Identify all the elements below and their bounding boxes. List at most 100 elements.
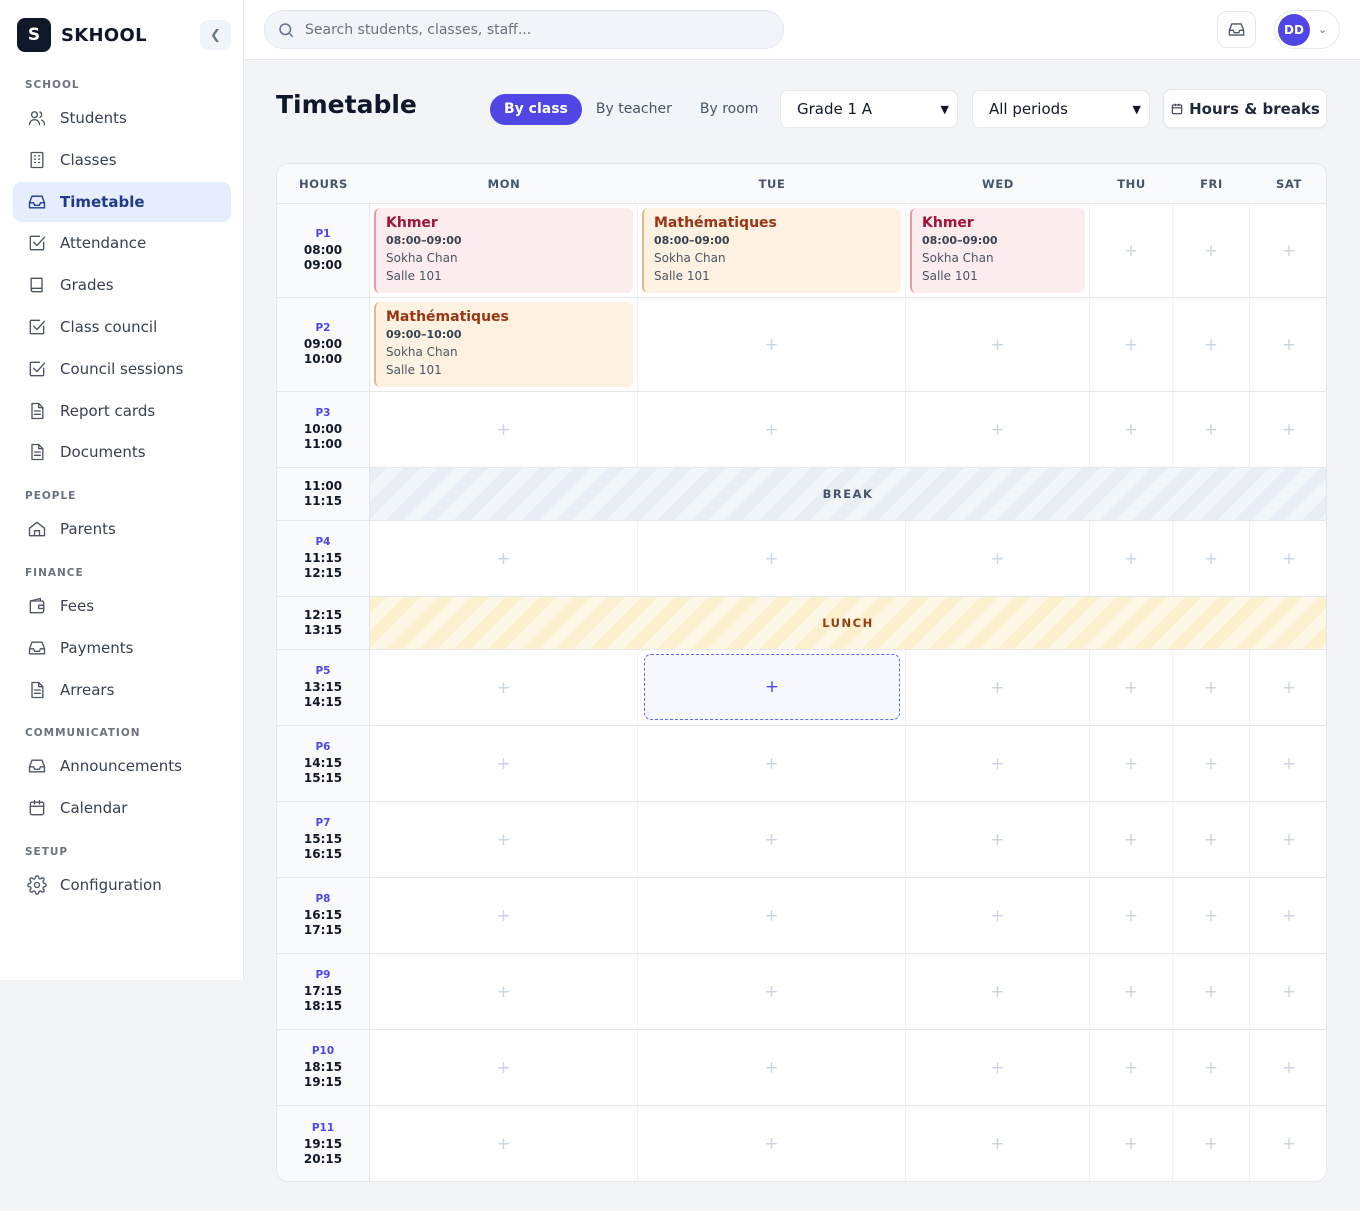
slot-cell-thu[interactable]: + [1090,878,1173,953]
slot-cell-fri[interactable]: + [1173,204,1250,297]
lesson-card[interactable]: Mathématiques 08:00–09:00 Sokha Chan Salle … [642,208,901,293]
slot-cell-tue[interactable]: + [638,802,906,877]
slot-cell-mon[interactable]: + [370,1030,638,1105]
slot-cell-thu[interactable]: + [1090,802,1173,877]
period-end-time: 11:00 [303,437,343,451]
slot-cell-mon[interactable]: + [370,726,638,801]
slot-cell-tue[interactable]: + [638,954,906,1029]
slot-cell-thu[interactable]: + [1090,1106,1173,1181]
slot-cell-wed[interactable]: + [906,1030,1090,1105]
slot-cell-sat[interactable]: + [1250,954,1326,1029]
slot-cell-sat[interactable]: + [1250,521,1326,596]
slot-cell-mon[interactable]: + [370,878,638,953]
sidebar-item-fees[interactable]: Fees [13,586,231,626]
brand[interactable]: S SKHOOL [17,18,147,52]
period-select[interactable]: All periods ▼ [972,90,1150,128]
lesson-card[interactable]: Khmer 08:00–09:00 Sokha Chan Salle 101 [374,208,633,293]
tab-by-teacher[interactable]: By teacher [582,94,686,125]
sidebar-item-calendar[interactable]: Calendar [13,788,231,828]
slot-cell-wed[interactable]: + [906,392,1090,467]
calendar-icon [26,797,48,819]
period-start-time: 18:15 [303,1060,343,1074]
slot-cell-thu[interactable]: + [1090,954,1173,1029]
slot-cell-tue[interactable]: + [638,521,906,596]
lesson-card[interactable]: Khmer 08:00–09:00 Sokha Chan Salle 101 [910,208,1085,293]
slot-cell-sat[interactable]: + [1250,1106,1326,1181]
lesson-card[interactable]: Mathématiques 09:00–10:00 Sokha Chan Salle … [374,302,633,387]
sidebar-item-council-sessions[interactable]: Council sessions [13,349,231,389]
tab-by-room[interactable]: By room [686,94,773,125]
add-lesson-slot-highlighted[interactable]: + [644,654,900,720]
slot-cell-sat[interactable]: + [1250,878,1326,953]
slot-cell-sat[interactable]: + [1250,204,1326,297]
slot-cell-wed[interactable]: + [906,298,1090,391]
sidebar-item-announcements[interactable]: Announcements [13,746,231,786]
sidebar-item-grades[interactable]: Grades [13,265,231,305]
sidebar-item-timetable[interactable]: Timetable [13,181,231,222]
slot-cell-tue[interactable]: + [638,726,906,801]
slot-cell-wed[interactable]: + [906,1106,1090,1181]
slot-cell-thu[interactable]: + [1090,392,1173,467]
slot-cell-tue[interactable]: + [638,878,906,953]
slot-cell-fri[interactable]: + [1173,1030,1250,1105]
slot-cell-wed[interactable]: + [906,954,1090,1029]
slot-cell-fri[interactable]: + [1173,298,1250,391]
slot-cell-mon[interactable]: + [370,521,638,596]
slot-cell-thu[interactable]: + [1090,521,1173,596]
slot-cell-fri[interactable]: + [1173,954,1250,1029]
slot-cell-thu[interactable]: + [1090,1030,1173,1105]
slot-cell-tue[interactable]: + [638,298,906,391]
user-menu[interactable]: DD ⌄ [1274,10,1340,49]
slot-cell-thu[interactable]: + [1090,204,1173,297]
slot-cell-thu[interactable]: + [1090,298,1173,391]
slot-cell-fri[interactable]: + [1173,650,1250,725]
period-end-time: 10:00 [303,352,343,366]
slot-cell-sat[interactable]: + [1250,392,1326,467]
slot-cell-sat[interactable]: + [1250,726,1326,801]
period-start-time: 11:00 [303,479,343,493]
slot-cell-sat[interactable]: + [1250,298,1326,391]
slot-cell-thu[interactable]: + [1090,726,1173,801]
slot-cell-fri[interactable]: + [1173,392,1250,467]
sidebar-item-documents[interactable]: Documents [13,432,231,472]
slot-cell-sat[interactable]: + [1250,802,1326,877]
inbox-button[interactable] [1217,11,1256,48]
sidebar-item-class-council[interactable]: Class council [13,307,231,347]
slot-cell-mon[interactable]: + [370,1106,638,1181]
slot-cell-mon[interactable]: + [370,392,638,467]
slot-cell-wed[interactable]: + [906,726,1090,801]
slot-cell-sat[interactable]: + [1250,1030,1326,1105]
sidebar-item-report-cards[interactable]: Report cards [13,391,231,431]
slot-cell-wed[interactable]: + [906,802,1090,877]
search-input[interactable] [305,21,765,38]
search-bar[interactable] [264,10,784,49]
slot-cell-thu[interactable]: + [1090,650,1173,725]
slot-cell-fri[interactable]: + [1173,1106,1250,1181]
class-select[interactable]: Grade 1 A ▼ [780,90,958,128]
slot-cell-mon[interactable]: + [370,954,638,1029]
sidebar-item-attendance[interactable]: Attendance [13,223,231,263]
sidebar-item-classes[interactable]: Classes [13,140,231,180]
hours-breaks-button[interactable]: Hours & breaks [1163,89,1327,128]
slot-cell-sat[interactable]: + [1250,650,1326,725]
sidebar-item-arrears[interactable]: Arrears [13,670,231,710]
collapse-sidebar-button[interactable]: ❮ [200,20,231,50]
slot-cell-fri[interactable]: + [1173,521,1250,596]
slot-cell-fri[interactable]: + [1173,878,1250,953]
slot-cell-wed[interactable]: + [906,878,1090,953]
slot-cell-fri[interactable]: + [1173,726,1250,801]
slot-cell-tue[interactable]: + [638,1030,906,1105]
slot-cell-mon[interactable]: + [370,802,638,877]
slot-cell-fri[interactable]: + [1173,802,1250,877]
slot-cell-tue[interactable]: + [638,1106,906,1181]
sidebar-item-configuration[interactable]: Configuration [13,865,231,905]
slot-cell-wed[interactable]: + [906,521,1090,596]
slot-cell-tue[interactable]: + [638,392,906,467]
timetable-row: P7 15:15 16:15 + + + + + + [277,802,1326,878]
tab-by-class[interactable]: By class [490,93,582,125]
sidebar-item-parents[interactable]: Parents [13,509,231,549]
slot-cell-wed[interactable]: + [906,650,1090,725]
slot-cell-mon[interactable]: + [370,650,638,725]
sidebar-item-students[interactable]: Students [13,98,231,138]
sidebar-item-payments[interactable]: Payments [13,628,231,668]
